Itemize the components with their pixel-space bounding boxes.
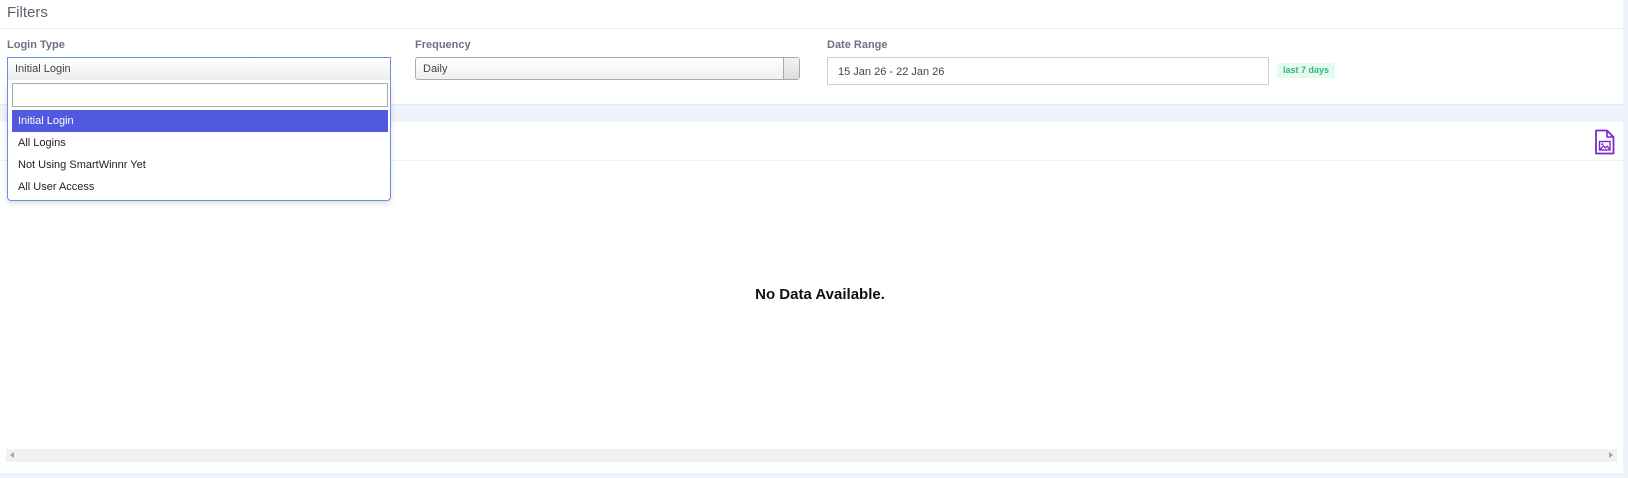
dropdown-option-all-user-access[interactable]: All User Access bbox=[12, 176, 388, 198]
login-type-selected-value: Initial Login bbox=[15, 63, 71, 75]
date-range-badge[interactable]: last 7 days bbox=[1277, 63, 1336, 78]
dropdown-option-not-using-smartwinnr-yet[interactable]: Not Using SmartWinnr Yet bbox=[12, 154, 388, 176]
divider bbox=[0, 28, 1623, 29]
frequency-selected-value: Daily bbox=[423, 63, 448, 75]
scroll-right-arrow-icon[interactable] bbox=[1603, 449, 1617, 462]
date-range-input[interactable]: 15 Jan 26 - 22 Jan 26 bbox=[827, 57, 1269, 85]
login-type-dropdown: Initial Login All Logins Not Using Smart… bbox=[7, 80, 391, 201]
login-type-label: Login Type bbox=[7, 39, 65, 51]
dropdown-option-initial-login[interactable]: Initial Login bbox=[12, 110, 388, 132]
scroll-left-arrow-icon[interactable] bbox=[6, 449, 20, 462]
image-file-icon[interactable] bbox=[1593, 129, 1615, 155]
dropdown-arrow-button[interactable] bbox=[783, 58, 799, 79]
empty-state-message: No Data Available. bbox=[755, 286, 885, 303]
horizontal-scrollbar[interactable] bbox=[6, 449, 1617, 462]
login-type-select[interactable]: Initial Login bbox=[7, 57, 391, 80]
dropdown-options: Initial Login All Logins Not Using Smart… bbox=[12, 110, 388, 198]
frequency-select[interactable]: Daily bbox=[415, 57, 800, 80]
frequency-label: Frequency bbox=[415, 39, 471, 51]
dropdown-option-all-logins[interactable]: All Logins bbox=[12, 132, 388, 154]
date-range-label: Date Range bbox=[827, 39, 888, 51]
dropdown-search-input[interactable] bbox=[12, 83, 388, 107]
report-page: Filters Login Type Initial Login Frequen… bbox=[0, 0, 1628, 478]
filters-title: Filters bbox=[7, 4, 48, 21]
